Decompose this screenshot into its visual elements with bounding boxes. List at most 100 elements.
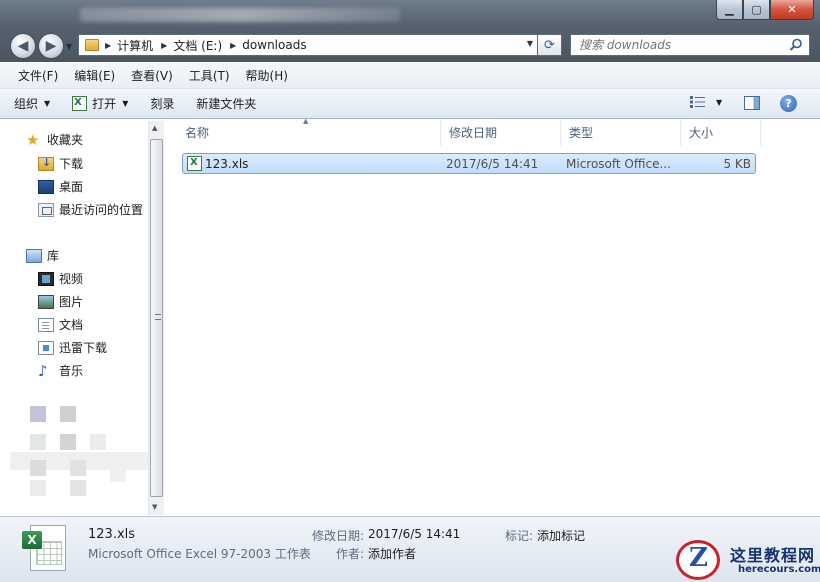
new-folder-button[interactable]: 新建文件夹 bbox=[196, 95, 256, 112]
help-icon[interactable]: ? bbox=[780, 95, 797, 112]
sidebar-item-documents[interactable]: 文档 bbox=[38, 316, 83, 333]
column-modified[interactable]: 修改日期 bbox=[441, 119, 561, 146]
back-button[interactable]: ◀ bbox=[10, 33, 36, 59]
minimize-button[interactable]: ▁ bbox=[716, 0, 743, 20]
chevron-down-icon: ▼ bbox=[716, 97, 723, 107]
sidebar-item-label: 收藏夹 bbox=[47, 133, 84, 147]
sidebar-item-label: 桌面 bbox=[59, 180, 84, 194]
sidebar-item-downloads[interactable]: 下载 bbox=[38, 155, 83, 172]
menu-view[interactable]: 查看(V) bbox=[123, 65, 181, 86]
open-label: 打开 bbox=[92, 97, 117, 111]
chevron-right-icon: ▶ bbox=[161, 40, 168, 50]
forward-button[interactable]: ▶ bbox=[38, 33, 64, 59]
menu-tools[interactable]: 工具(T) bbox=[181, 65, 238, 86]
sidebar-scrollbar[interactable]: ▲ ▼ bbox=[148, 121, 164, 515]
organize-button[interactable]: 组织 ▼ bbox=[14, 95, 50, 112]
recent-pages-dropdown[interactable]: ▼ bbox=[66, 42, 72, 51]
menu-help[interactable]: 帮助(H) bbox=[238, 65, 296, 86]
details-filetype: Microsoft Office Excel 97-2003 工作表 bbox=[88, 547, 311, 561]
chevron-right-icon: ▶ bbox=[105, 40, 112, 50]
sidebar-item-libraries[interactable]: 库 bbox=[26, 247, 59, 264]
excel-icon bbox=[72, 96, 88, 111]
music-note-icon: ♪ bbox=[38, 361, 48, 380]
grip-icon bbox=[155, 314, 161, 320]
sidebar-item-favorites[interactable]: ★ 收藏夹 bbox=[26, 131, 83, 148]
sidebar-item-label: 音乐 bbox=[59, 364, 84, 378]
sidebar-item-label: 图片 bbox=[59, 295, 84, 309]
chevron-down-icon[interactable]: ▼ bbox=[527, 39, 533, 48]
file-type: Microsoft Office... bbox=[566, 157, 671, 171]
details-authors-value[interactable]: 添加作者 bbox=[368, 545, 416, 562]
menu-bar: 文件(F) 编辑(E) 查看(V) 工具(T) 帮助(H) bbox=[0, 63, 820, 89]
scrollbar-thumb[interactable] bbox=[150, 139, 163, 497]
breadcrumb-computer[interactable]: ▶ 计算机 bbox=[105, 37, 153, 54]
chevron-down-icon: ▼ bbox=[122, 99, 129, 108]
sidebar-item-label: 迅雷下载 bbox=[59, 341, 108, 355]
star-icon: ★ bbox=[26, 130, 40, 149]
pixelated-region bbox=[10, 380, 150, 510]
xunlei-library-icon bbox=[38, 340, 54, 355]
details-tags-value[interactable]: 添加标记 bbox=[537, 527, 585, 544]
sidebar-item-music[interactable]: ♪ 音乐 bbox=[38, 362, 83, 379]
recent-places-icon bbox=[38, 202, 54, 217]
file-row[interactable]: 123.xls 2017/6/5 14:41 Microsoft Office.… bbox=[182, 153, 756, 174]
file-name: 123.xls bbox=[205, 157, 249, 171]
details-authors-label: 作者: bbox=[336, 547, 365, 561]
menu-file[interactable]: 文件(F) bbox=[10, 65, 66, 86]
close-button[interactable]: ✕ bbox=[770, 0, 814, 20]
crumb-label: downloads bbox=[242, 38, 307, 52]
details-modified-value: 2017/6/5 14:41 bbox=[368, 527, 461, 541]
folder-icon bbox=[85, 39, 99, 51]
sidebar-item-label: 最近访问的位置 bbox=[59, 203, 144, 217]
sidebar-item-videos[interactable]: 视频 bbox=[38, 270, 83, 287]
column-size[interactable]: 大小 bbox=[681, 119, 761, 146]
column-label: 类型 bbox=[569, 126, 594, 140]
sidebar-item-pictures[interactable]: 图片 bbox=[38, 293, 83, 310]
column-header: ▲ 名称 修改日期 类型 大小 bbox=[165, 117, 820, 146]
change-view-button[interactable]: ▼ bbox=[690, 96, 722, 108]
burn-button[interactable]: 刻录 bbox=[150, 95, 174, 112]
open-button[interactable]: 打开 ▼ bbox=[72, 95, 128, 112]
document-library-icon bbox=[38, 317, 54, 332]
video-library-icon bbox=[38, 271, 54, 286]
sidebar-item-desktop[interactable]: 桌面 bbox=[38, 178, 83, 195]
breadcrumb-drive-e[interactable]: ▶ 文档 (E:) bbox=[161, 37, 222, 54]
crumb-label: 计算机 bbox=[117, 38, 154, 53]
watermark-title: 这里教程网 bbox=[730, 546, 816, 565]
scroll-down-icon[interactable]: ▼ bbox=[152, 503, 157, 511]
maximize-button[interactable]: ▢ bbox=[743, 0, 770, 20]
chevron-right-icon: ▶ bbox=[230, 40, 237, 50]
search-input[interactable] bbox=[579, 38, 779, 52]
sort-ascending-icon: ▲ bbox=[303, 117, 309, 125]
column-name[interactable]: ▲ 名称 bbox=[165, 117, 441, 146]
chevron-down-icon: ▼ bbox=[44, 99, 51, 108]
refresh-icon: ⟳ bbox=[544, 37, 555, 53]
details-tags-label: 标记: bbox=[505, 529, 534, 543]
search-box[interactable] bbox=[570, 34, 810, 56]
download-folder-icon bbox=[38, 156, 54, 171]
file-list: ▲ 名称 修改日期 类型 大小 123.xls 2017/6/5 14:41 Mi… bbox=[165, 117, 820, 515]
sidebar-item-recent[interactable]: 最近访问的位置 bbox=[38, 201, 143, 218]
details-modified-label: 修改日期: bbox=[312, 529, 365, 543]
sidebar-item-label: 文档 bbox=[59, 318, 84, 332]
sidebar-item-label: 库 bbox=[47, 249, 60, 263]
column-label: 修改日期 bbox=[449, 126, 498, 140]
watermark-url: herecours.com bbox=[738, 564, 820, 575]
column-type[interactable]: 类型 bbox=[561, 119, 681, 146]
preview-pane-button[interactable] bbox=[744, 96, 760, 110]
sidebar-item-xunlei[interactable]: 迅雷下载 bbox=[38, 339, 107, 356]
details-filename: 123.xls bbox=[88, 527, 136, 542]
file-modified: 2017/6/5 14:41 bbox=[446, 157, 539, 171]
menu-edit[interactable]: 编辑(E) bbox=[66, 65, 123, 86]
address-bar[interactable]: ▶ 计算机 ▶ 文档 (E:) ▶ downloads ▼ bbox=[78, 34, 538, 56]
watermark-logo-letter: Z bbox=[689, 543, 708, 573]
crumb-label: 文档 (E:) bbox=[173, 38, 223, 53]
desktop-icon bbox=[38, 179, 54, 194]
arrow-right-icon: ▶ bbox=[45, 38, 57, 54]
column-label: 大小 bbox=[689, 126, 714, 140]
scroll-up-icon[interactable]: ▲ bbox=[152, 124, 157, 132]
refresh-button[interactable]: ⟳ bbox=[538, 34, 562, 56]
view-list-icon bbox=[690, 96, 705, 108]
search-icon[interactable] bbox=[789, 38, 803, 52]
breadcrumb-downloads[interactable]: ▶ downloads bbox=[230, 38, 306, 52]
